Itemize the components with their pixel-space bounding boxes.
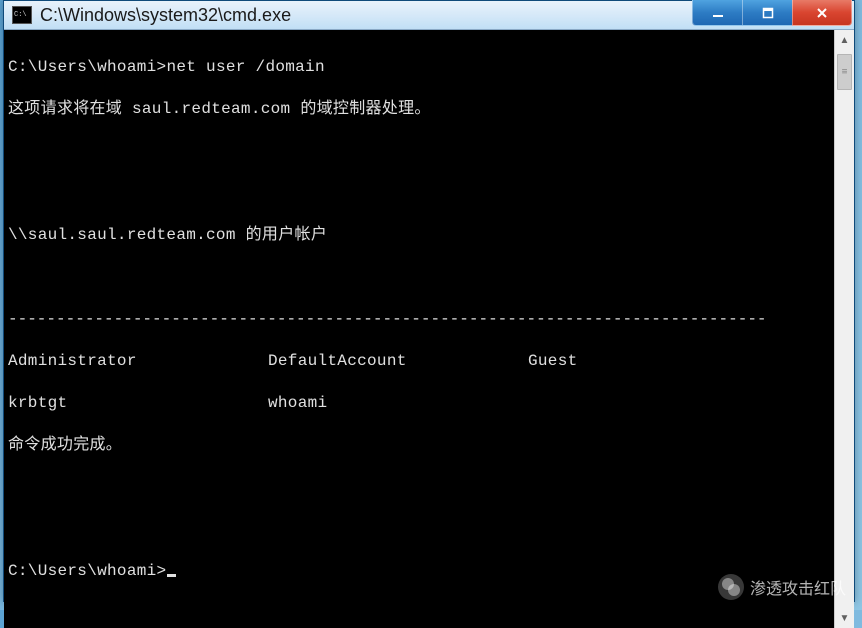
content-area: C:\Users\whoami>net user /domain 这项请求将在域…	[4, 30, 854, 628]
terminal-line	[8, 183, 830, 204]
terminal-line	[8, 477, 830, 498]
scroll-up-arrow-icon[interactable]: ▲	[835, 30, 854, 50]
terminal-line: C:\Users\whoami>	[8, 561, 830, 582]
terminal-output[interactable]: C:\Users\whoami>net user /domain 这项请求将在域…	[4, 30, 834, 628]
terminal-line: 命令成功完成。	[8, 435, 830, 456]
minimize-button[interactable]	[692, 0, 742, 26]
terminal-line: 这项请求将在域 saul.redteam.com 的域控制器处理。	[8, 99, 830, 120]
close-button[interactable]	[792, 0, 852, 26]
user-row: krbtgtwhoami	[8, 393, 830, 414]
window-controls	[692, 1, 854, 29]
maximize-button[interactable]	[742, 0, 792, 26]
scroll-down-arrow-icon[interactable]: ▼	[835, 608, 854, 628]
scroll-track[interactable]	[835, 50, 854, 608]
user-cell: Guest	[528, 351, 788, 372]
vertical-scrollbar[interactable]: ▲ ▼	[834, 30, 854, 628]
user-row: AdministratorDefaultAccountGuest	[8, 351, 830, 372]
cmd-icon	[12, 6, 32, 24]
prompt: C:\Users\whoami>	[8, 562, 166, 580]
cursor	[167, 574, 176, 577]
window-title: C:\Windows\system32\cmd.exe	[40, 5, 692, 26]
divider-line: ----------------------------------------…	[8, 309, 830, 330]
terminal-line: \\saul.saul.redteam.com 的用户帐户	[8, 225, 830, 246]
user-cell: whoami	[268, 393, 528, 414]
prompt: C:\Users\whoami>	[8, 58, 166, 76]
titlebar[interactable]: C:\Windows\system32\cmd.exe	[4, 1, 854, 30]
scroll-thumb[interactable]	[837, 54, 852, 90]
user-cell: DefaultAccount	[268, 351, 528, 372]
terminal-line	[8, 267, 830, 288]
command-text: net user /domain	[166, 58, 324, 76]
user-cell: Administrator	[8, 351, 268, 372]
terminal-line	[8, 519, 830, 540]
terminal-line	[8, 141, 830, 162]
cmd-window: C:\Windows\system32\cmd.exe C:\Users\who…	[3, 0, 855, 602]
terminal-line: C:\Users\whoami>net user /domain	[8, 57, 830, 78]
user-cell: krbtgt	[8, 393, 268, 414]
